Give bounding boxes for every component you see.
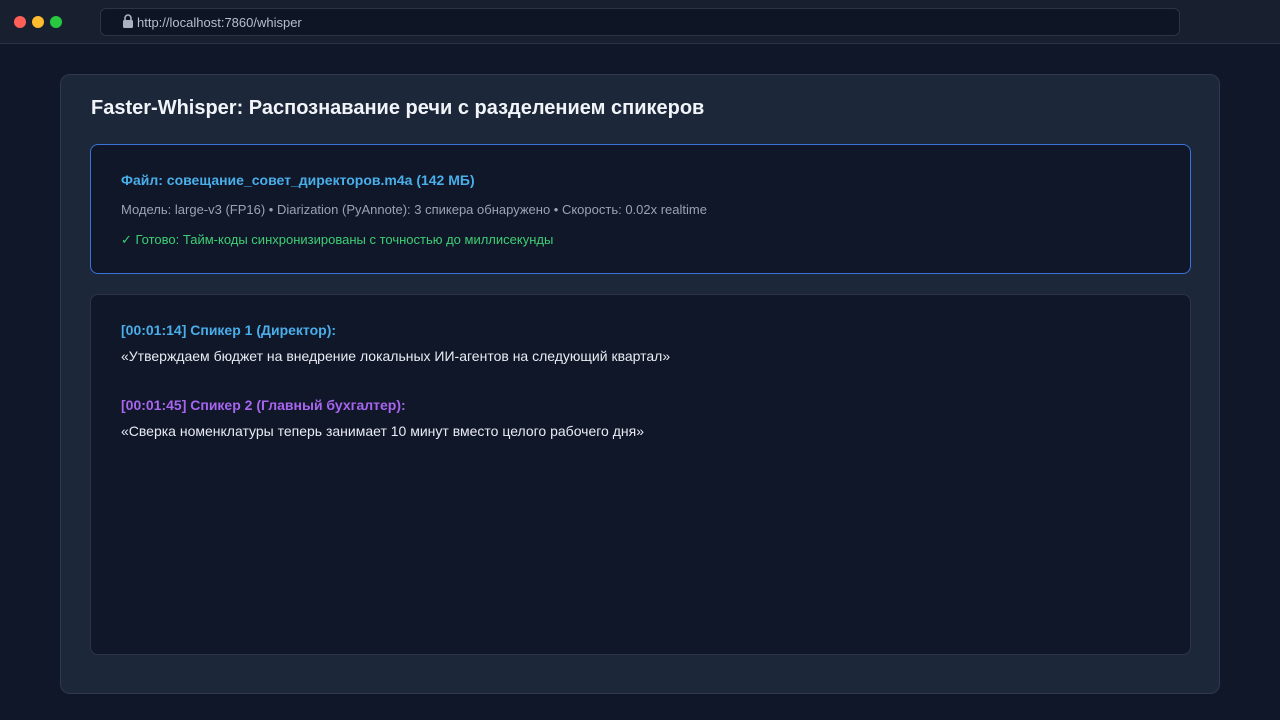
transcript-segment: [00:01:14] Спикер 1 (Директор): «Утвержд… — [121, 321, 670, 365]
minimize-window-button[interactable] — [32, 16, 44, 28]
processing-meta: Модель: large-v3 (FP16) • Diarization (P… — [121, 202, 707, 217]
file-name-label: Файл: совещание_совет_директоров.m4a (14… — [121, 172, 475, 188]
segment-speaker-header: [00:01:14] Спикер 1 (Директор): — [121, 322, 337, 338]
segment-text: «Сверка номенклатуры теперь занимает 10 … — [121, 423, 644, 439]
page-title: Faster-Whisper: Распознавание речи с раз… — [91, 97, 705, 119]
transcript-segment: [00:01:45] Спикер 2 (Главный бухгалтер):… — [121, 396, 644, 440]
lock-icon — [123, 14, 133, 28]
transcript-panel: [00:01:14] Спикер 1 (Директор): «Утвержд… — [90, 294, 1191, 655]
zoom-window-button[interactable] — [50, 16, 62, 28]
app-container: Faster-Whisper: Распознавание речи с раз… — [60, 74, 1220, 694]
browser-window: http://localhost:7860/whisper Faster-Whi… — [0, 0, 1280, 720]
address-bar[interactable]: http://localhost:7860/whisper — [100, 8, 1180, 36]
status-success-message: ✓ Готово: Тайм-коды синхронизированы с т… — [121, 232, 554, 247]
close-window-button[interactable] — [14, 16, 26, 28]
segment-text: «Утверждаем бюджет на внедрение локальны… — [121, 348, 671, 364]
segment-speaker-header: [00:01:45] Спикер 2 (Главный бухгалтер): — [121, 397, 406, 413]
url-text: http://localhost:7860/whisper — [137, 15, 302, 30]
browser-titlebar: http://localhost:7860/whisper — [0, 0, 1280, 44]
file-status-panel: Файл: совещание_совет_директоров.m4a (14… — [90, 144, 1191, 274]
